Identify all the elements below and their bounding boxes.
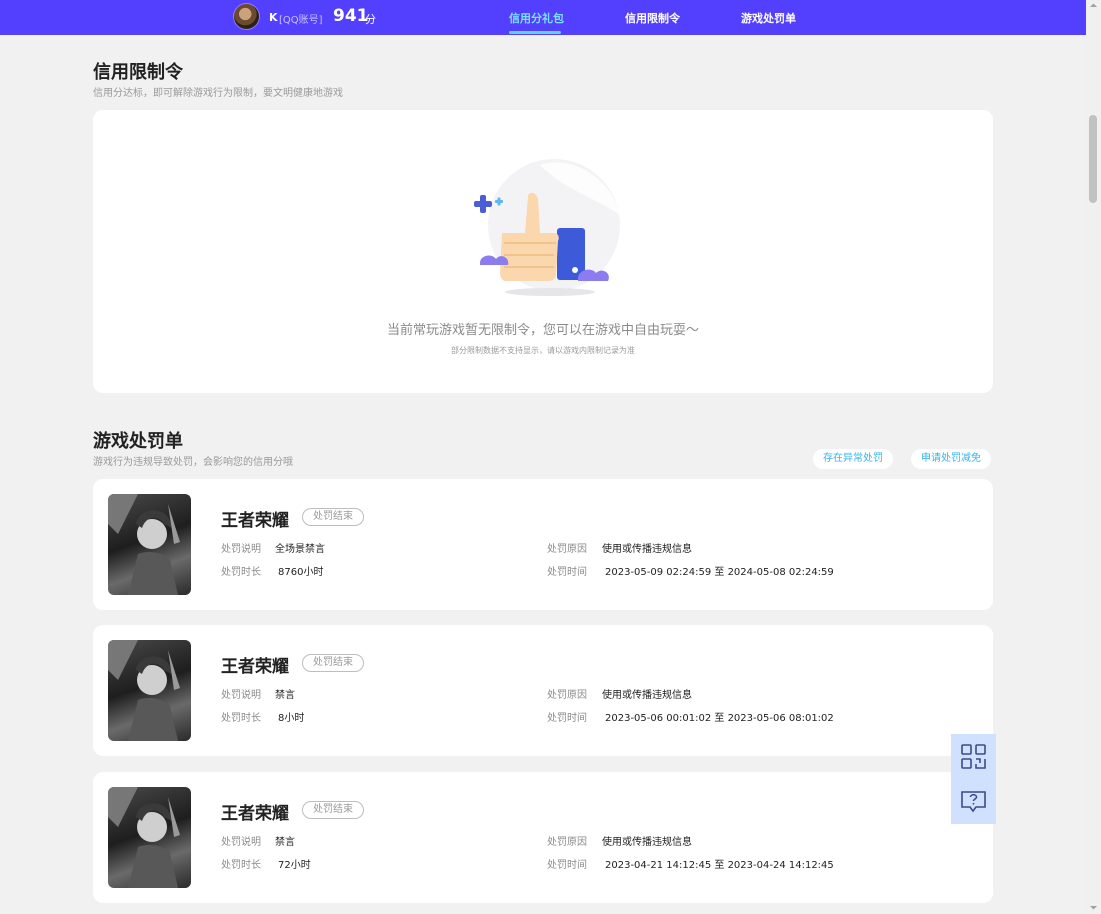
status-badge: 处罚结束	[302, 801, 364, 819]
value-time: 2023-05-09 02:24:59 至 2024-05-08 02:24:5…	[605, 567, 834, 578]
value-duration: 72小时	[278, 860, 311, 871]
game-thumbnail	[108, 494, 191, 595]
game-name: 王者荣耀	[221, 511, 289, 531]
label-duration: 处罚时长	[221, 567, 261, 578]
qr-code-icon	[961, 744, 986, 769]
scroll-down-arrow-icon[interactable]	[1089, 903, 1098, 912]
top-bar: K [QQ账号] 941 分 信用分礼包 信用限制令 游戏处罚单	[0, 0, 1086, 35]
value-desc: 全场景禁言	[275, 544, 325, 555]
value-desc: 禁言	[275, 837, 295, 848]
label-time: 处罚时间	[547, 567, 587, 578]
hero-portrait-icon	[108, 787, 180, 888]
apply-reduction-button[interactable]: 申请处罚减免	[911, 449, 991, 469]
hero-portrait-icon	[108, 640, 180, 741]
label-duration: 处罚时长	[221, 860, 261, 871]
help-chat-icon	[961, 791, 986, 813]
restrictions-empty-card: 当前常玩游戏暂无限制令，您可以在游戏中自由玩耍～ 部分限制数据不支持显示，请以游…	[93, 110, 993, 393]
scroll-up-arrow-icon[interactable]	[1089, 1, 1098, 10]
label-reason: 处罚原因	[547, 690, 587, 701]
hero-portrait-icon	[108, 494, 180, 595]
credit-score: 941	[333, 6, 369, 26]
game-name: 王者荣耀	[221, 657, 289, 677]
game-thumbnail	[108, 640, 191, 741]
label-desc: 处罚说明	[221, 690, 261, 701]
status-badge: 处罚结束	[302, 508, 364, 526]
status-badge: 处罚结束	[302, 654, 364, 672]
active-tab-indicator	[509, 31, 561, 34]
label-reason: 处罚原因	[547, 544, 587, 555]
help-chat-button[interactable]	[951, 779, 996, 824]
value-desc: 禁言	[275, 690, 295, 701]
value-reason: 使用或传播违规信息	[602, 544, 692, 555]
user-name: K	[269, 11, 278, 24]
penalty-card: 王者荣耀 处罚结束 处罚说明 全场景禁言 处罚时长 8760小时 处罚原因 使用…	[93, 479, 993, 610]
qr-code-button[interactable]	[951, 734, 996, 779]
label-desc: 处罚说明	[221, 544, 261, 555]
section-subtitle-penalties: 游戏行为违规导致处罚，会影响您的信用分哦	[93, 457, 293, 468]
value-duration: 8小时	[278, 713, 305, 724]
penalty-card: 王者荣耀 处罚结束 处罚说明 禁言 处罚时长 72小时 处罚原因 使用或传播违规…	[93, 772, 993, 903]
label-time: 处罚时间	[547, 713, 587, 724]
label-duration: 处罚时长	[221, 713, 261, 724]
section-subtitle-restrictions: 信用分达标，即可解除游戏行为限制，要文明健康地游戏	[93, 88, 343, 99]
value-reason: 使用或传播违规信息	[602, 837, 692, 848]
penalty-card: 王者荣耀 处罚结束 处罚说明 禁言 处罚时长 8小时 处罚原因 使用或传播违规信…	[93, 625, 993, 756]
label-time: 处罚时间	[547, 860, 587, 871]
score-unit: 分	[365, 13, 376, 26]
section-title-restrictions: 信用限制令	[93, 62, 183, 83]
value-reason: 使用或传播违规信息	[602, 690, 692, 701]
section-title-penalties: 游戏处罚单	[93, 431, 183, 452]
game-thumbnail	[108, 787, 191, 888]
empty-message: 当前常玩游戏暂无限制令，您可以在游戏中自由玩耍～	[386, 323, 699, 338]
account-type: [QQ账号]	[279, 15, 323, 26]
tab-game-penalty[interactable]: 游戏处罚单	[741, 10, 796, 26]
label-reason: 处罚原因	[547, 837, 587, 848]
abnormal-penalty-button[interactable]: 存在异常处罚	[813, 449, 893, 469]
value-duration: 8760小时	[278, 567, 324, 578]
avatar[interactable]	[233, 3, 260, 30]
value-time: 2023-04-21 14:12:45 至 2023-04-24 14:12:4…	[605, 860, 834, 871]
scrollbar[interactable]	[1086, 0, 1101, 914]
empty-note: 部分限制数据不支持显示，请以游戏内限制记录为准	[451, 346, 635, 355]
label-desc: 处罚说明	[221, 837, 261, 848]
tab-credit-restriction[interactable]: 信用限制令	[625, 10, 680, 26]
game-name: 王者荣耀	[221, 804, 289, 824]
scrollbar-thumb[interactable]	[1089, 115, 1097, 203]
thumbs-up-illustration-icon	[474, 159, 620, 296]
tab-credit-gift[interactable]: 信用分礼包	[509, 10, 564, 26]
value-time: 2023-05-06 00:01:02 至 2023-05-06 08:01:0…	[605, 713, 834, 724]
